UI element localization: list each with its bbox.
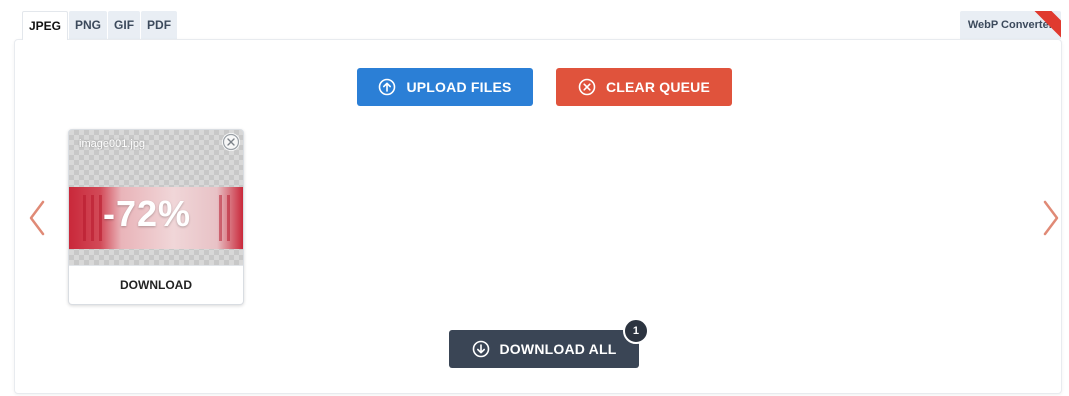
download-all-button[interactable]: DOWNLOAD ALL 1 [449, 318, 649, 368]
format-tabs: JPEG PNG GIF PDF [22, 11, 178, 40]
clear-queue-button[interactable]: CLEAR QUEUE [556, 68, 732, 106]
file-count-badge: 1 [623, 318, 649, 344]
upload-files-button[interactable]: UPLOAD FILES [357, 68, 533, 106]
tab-webp-converter[interactable]: WebP Converter [959, 11, 1061, 39]
download-all-label: DOWNLOAD ALL [499, 341, 617, 357]
file-name: image001.jpg [79, 138, 146, 150]
chevron-right-icon [1043, 200, 1059, 236]
upload-files-label: UPLOAD FILES [406, 79, 512, 95]
clear-queue-label: CLEAR QUEUE [605, 79, 711, 95]
tab-png[interactable]: PNG [69, 11, 108, 39]
tab-jpeg[interactable]: JPEG [22, 11, 69, 40]
chevron-left-icon [29, 200, 45, 236]
converter-panel: UPLOAD FILES CLEAR QUEUE image001.jpg -7… [14, 39, 1062, 394]
tab-gif[interactable]: GIF [108, 11, 141, 39]
file-card: image001.jpg -72% DOWNLOAD [68, 129, 244, 305]
next-arrow[interactable] [1041, 198, 1061, 238]
previous-arrow[interactable] [27, 198, 47, 238]
remove-file-button[interactable] [222, 133, 240, 151]
arrow-down-circle-icon [472, 340, 490, 358]
webp-tab-label: WebP Converter [967, 19, 1053, 31]
compression-savings: -72% [103, 193, 192, 234]
file-download-button[interactable]: DOWNLOAD [69, 265, 243, 304]
page: JPEG PNG GIF PDF WebP Converter UPLOAD F… [0, 0, 1069, 396]
close-icon [222, 133, 240, 151]
arrow-up-circle-icon [378, 78, 396, 96]
x-circle-icon [578, 78, 596, 96]
tab-pdf[interactable]: PDF [141, 11, 178, 39]
